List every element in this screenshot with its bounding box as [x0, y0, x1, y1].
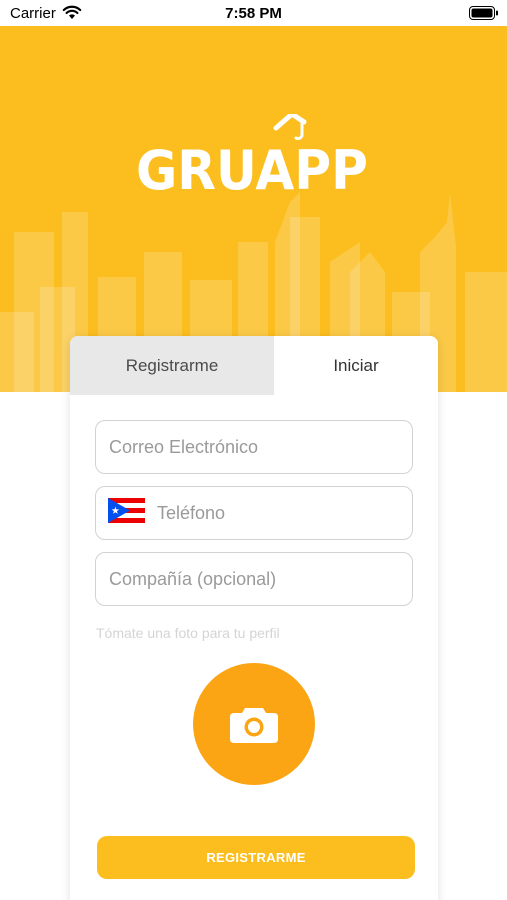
gruapp-logo: GRUAPP [136, 114, 368, 198]
status-bar: Carrier 7:58 PM [0, 0, 507, 26]
camera-icon [230, 708, 278, 743]
registration-card: Registrarme Iniciar Tómate una foto para… [70, 336, 438, 900]
phone-field[interactable] [95, 486, 413, 540]
company-input[interactable] [96, 553, 412, 605]
email-input[interactable] [96, 421, 412, 473]
tab-iniciar[interactable]: Iniciar [274, 336, 438, 395]
tab-registrarme[interactable]: Registrarme [70, 336, 274, 395]
company-field[interactable] [95, 552, 413, 606]
email-field[interactable] [95, 420, 413, 474]
register-submit-button[interactable]: REGISTRARME [97, 836, 415, 879]
photo-hint-label: Tómate una foto para tu perfil [96, 625, 280, 641]
puerto-rico-flag-icon[interactable] [108, 498, 145, 528]
take-photo-button[interactable] [193, 663, 315, 785]
auth-tabs: Registrarme Iniciar [70, 336, 438, 395]
status-time: 7:58 PM [225, 5, 282, 22]
svg-text:GRUAPP: GRUAPP [136, 139, 368, 198]
phone-input[interactable] [145, 487, 412, 539]
battery-icon [469, 6, 499, 25]
